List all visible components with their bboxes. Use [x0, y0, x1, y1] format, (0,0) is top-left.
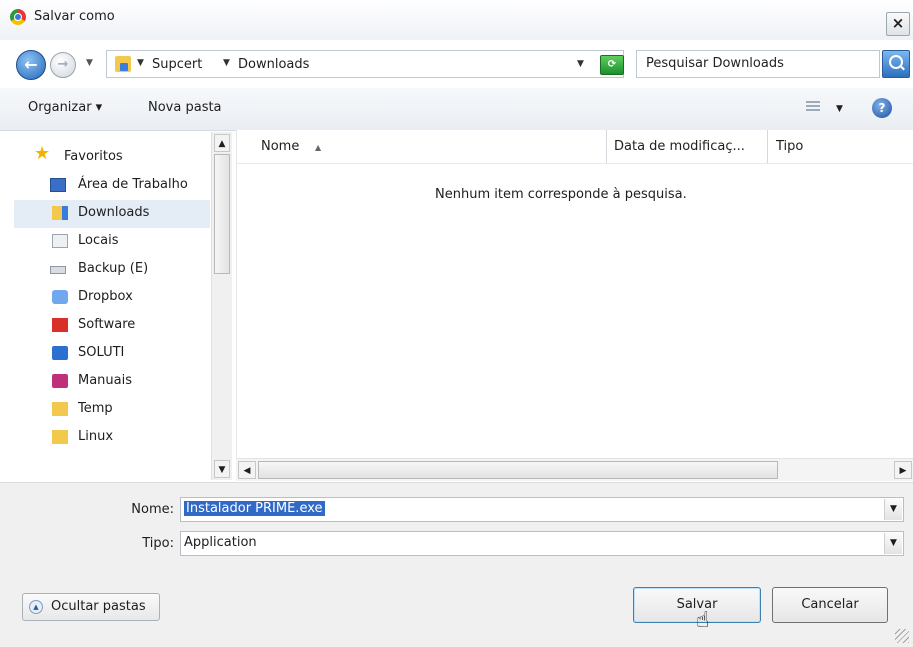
- hide-folders-button[interactable]: ▲ Ocultar pastas: [22, 593, 160, 621]
- dropbox-icon: [52, 290, 68, 304]
- nav-item-label: Linux: [78, 429, 114, 444]
- search-input[interactable]: Pesquisar Downloads: [636, 50, 880, 78]
- help-icon[interactable]: ?: [872, 98, 892, 118]
- navigation-pane: ★ Favoritos Área de Trabalho Downloads L…: [14, 132, 232, 480]
- nav-item-locais[interactable]: Locais: [14, 228, 210, 256]
- recent-places-icon: [52, 234, 68, 248]
- nav-item-label: Área de Trabalho: [78, 177, 188, 192]
- nav-item-label: Backup (E): [78, 261, 149, 276]
- column-header-name[interactable]: Nome ▲: [237, 130, 607, 164]
- address-box[interactable]: ▼ Supcert ▼ Downloads ▼: [106, 50, 624, 78]
- save-options-panel: Nome: Instalador PRIME.exe ▼ Tipo: Appli…: [0, 482, 913, 647]
- sort-ascending-icon: ▲: [315, 143, 322, 152]
- scroll-right-arrow-icon[interactable]: ▶: [894, 461, 912, 479]
- nav-item-software[interactable]: Software: [14, 312, 210, 340]
- nav-item-label: Manuais: [78, 373, 133, 388]
- nav-item-label: Software: [78, 317, 136, 332]
- chevron-down-icon[interactable]: ▼: [884, 499, 902, 520]
- column-header-type[interactable]: Tipo: [768, 130, 913, 164]
- column-label: Data de modificaç...: [614, 139, 745, 154]
- red-folder-icon: [52, 318, 68, 332]
- downloads-folder-icon: [115, 56, 131, 72]
- drive-icon: [50, 266, 66, 274]
- nav-item-dropbox[interactable]: Dropbox: [14, 284, 210, 312]
- folder-icon: [52, 430, 68, 444]
- file-list[interactable]: Nome ▲ Data de modificaç... Tipo Nenhum …: [236, 130, 913, 458]
- nav-item-label: Temp: [78, 401, 113, 416]
- address-bar: ← → ▼ ▼ Supcert ▼ Downloads ▼ ⟳ Pesquisa…: [0, 44, 913, 86]
- chevron-down-icon[interactable]: ▼: [836, 104, 843, 114]
- new-folder-button[interactable]: Nova pasta: [148, 100, 222, 115]
- breadcrumb-downloads[interactable]: Downloads: [238, 57, 309, 72]
- type-label: Tipo:: [142, 536, 174, 551]
- nav-favorites[interactable]: ★ Favoritos: [14, 142, 210, 170]
- hide-folders-label: Ocultar pastas: [51, 599, 146, 614]
- nav-item-label: Dropbox: [78, 289, 133, 304]
- refresh-button[interactable]: ⟳: [600, 55, 624, 75]
- title-bar: Salvar como ×: [0, 0, 913, 40]
- filename-input[interactable]: Instalador PRIME.exe ▼: [180, 497, 904, 522]
- scroll-thumb[interactable]: [214, 154, 230, 274]
- star-icon: ★: [34, 143, 51, 164]
- resize-grip-icon[interactable]: [895, 629, 909, 643]
- folder-icon: [52, 402, 68, 416]
- scroll-left-arrow-icon[interactable]: ◀: [238, 461, 256, 479]
- hand-cursor-icon: ☝: [696, 608, 710, 633]
- chevron-down-icon[interactable]: ▼: [884, 533, 902, 554]
- column-label: Tipo: [776, 139, 804, 154]
- column-label: Nome: [261, 139, 300, 154]
- scroll-thumb[interactable]: [258, 461, 778, 479]
- chevron-right-icon[interactable]: ▼: [137, 58, 144, 68]
- command-toolbar: Organizar ▾ Nova pasta ▼ ?: [0, 88, 913, 131]
- nav-item-temp[interactable]: Temp: [14, 396, 210, 424]
- search-icon[interactable]: [882, 50, 910, 78]
- pink-folder-icon: [52, 374, 68, 388]
- close-button[interactable]: ×: [886, 12, 910, 36]
- breadcrumb-supcert[interactable]: Supcert: [152, 57, 202, 72]
- filetype-select[interactable]: Application ▼: [180, 531, 904, 556]
- address-dropdown-icon[interactable]: ▼: [577, 59, 584, 69]
- forward-button[interactable]: →: [50, 52, 76, 78]
- cancel-button[interactable]: Cancelar: [772, 587, 888, 623]
- scroll-down-arrow-icon[interactable]: ▼: [214, 460, 230, 478]
- column-header-date[interactable]: Data de modificaç...: [607, 130, 768, 164]
- view-options-icon[interactable]: [806, 101, 820, 113]
- name-label: Nome:: [131, 502, 174, 517]
- filename-value: Instalador PRIME.exe: [184, 501, 325, 516]
- chrome-icon: [10, 9, 26, 25]
- nav-item-manuais[interactable]: Manuais: [14, 368, 210, 396]
- nav-item-label: Locais: [78, 233, 119, 248]
- nav-item-desktop[interactable]: Área de Trabalho: [14, 172, 210, 200]
- empty-message: Nenhum item corresponde à pesquisa.: [435, 187, 687, 202]
- filetype-value: Application: [184, 535, 257, 550]
- organize-button[interactable]: Organizar ▾: [28, 100, 102, 115]
- file-list-hscrollbar[interactable]: ◀ ▶: [236, 458, 913, 481]
- nav-scrollbar[interactable]: ▲ ▼: [211, 132, 232, 480]
- nav-item-linux[interactable]: Linux: [14, 424, 210, 452]
- nav-item-label: SOLUTI: [78, 345, 125, 360]
- scroll-up-arrow-icon[interactable]: ▲: [214, 134, 230, 152]
- downloads-folder-icon: [52, 206, 68, 220]
- nav-item-downloads[interactable]: Downloads: [14, 200, 210, 228]
- chevron-up-icon: ▲: [29, 600, 43, 614]
- nav-item-soluti[interactable]: SOLUTI: [14, 340, 210, 368]
- blue-folder-icon: [52, 346, 68, 360]
- recent-locations-dropdown-icon[interactable]: ▼: [86, 58, 93, 68]
- back-button[interactable]: ←: [16, 50, 46, 80]
- window-title: Salvar como: [34, 9, 115, 24]
- search-placeholder: Pesquisar Downloads: [646, 56, 784, 71]
- chevron-right-icon[interactable]: ▼: [223, 58, 230, 68]
- nav-item-backup[interactable]: Backup (E): [14, 256, 210, 284]
- nav-favorites-label: Favoritos: [64, 149, 123, 164]
- desktop-icon: [50, 178, 66, 192]
- nav-item-label: Downloads: [78, 205, 150, 220]
